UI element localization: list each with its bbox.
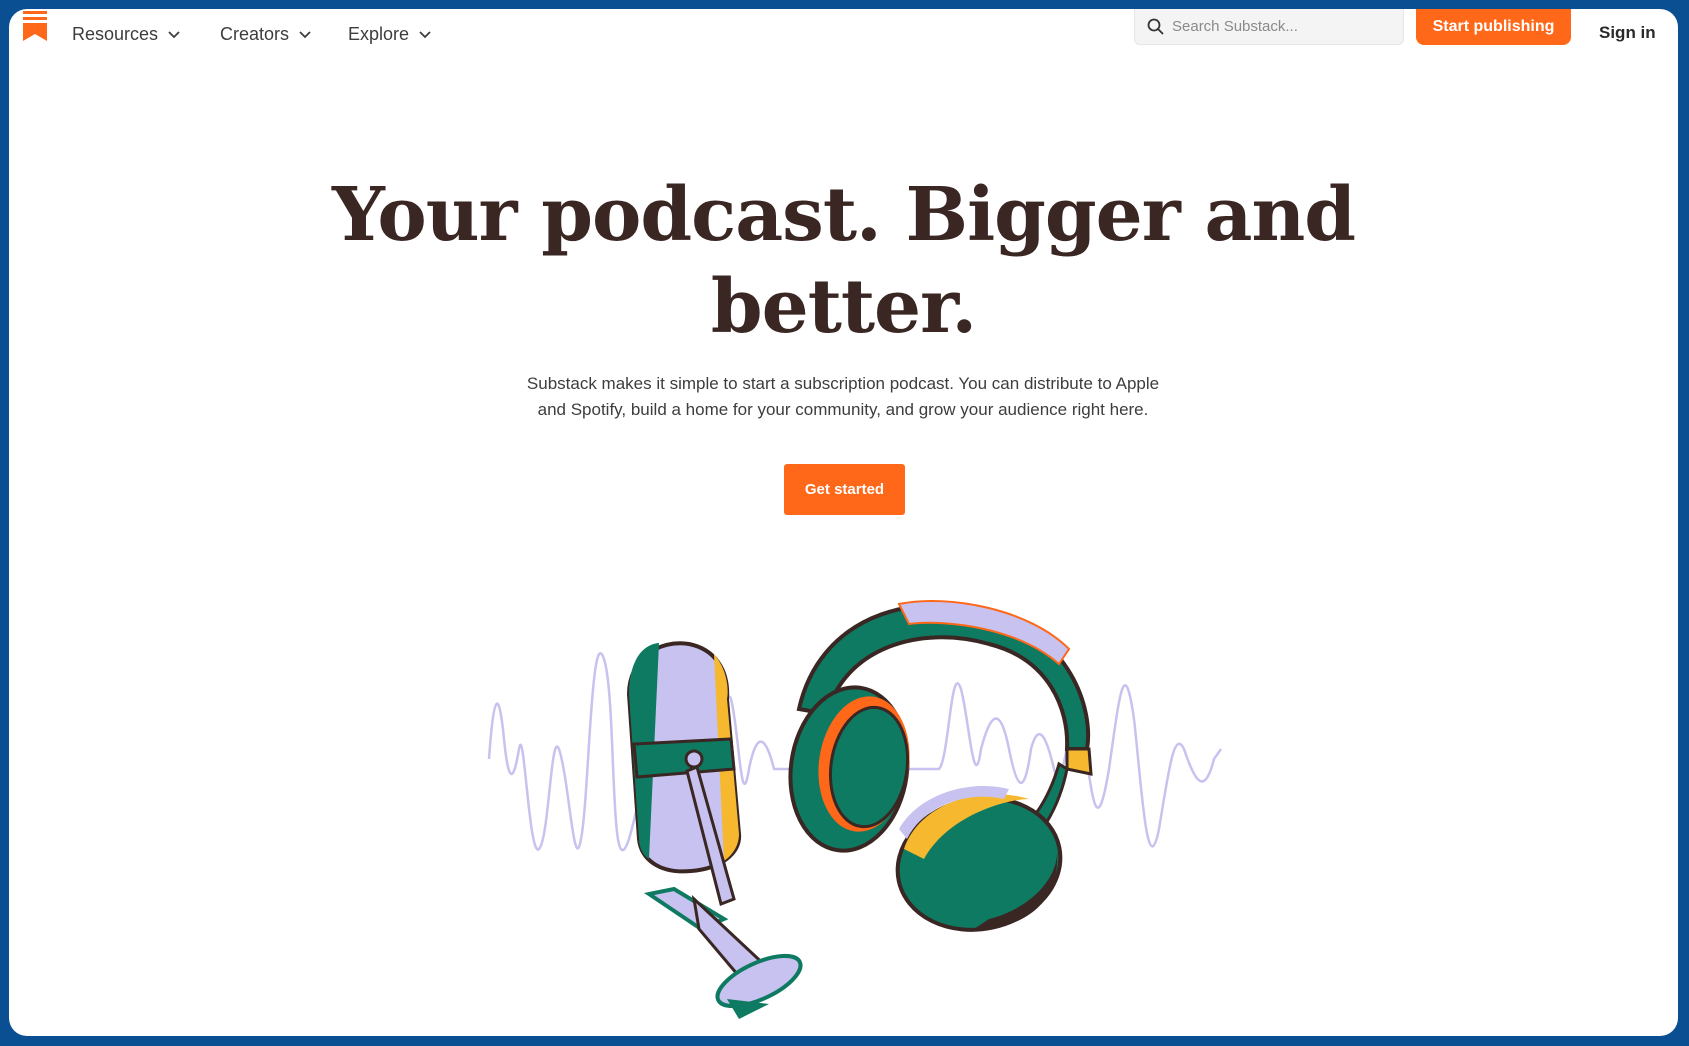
- podcast-microphone-headphones-illustration: [487, 600, 1223, 1019]
- hero-title-line-1: Your podcast. Bigger and: [332, 172, 1356, 258]
- nav-explore-label: Explore: [348, 23, 410, 44]
- nav-resources[interactable]: Resources: [72, 22, 181, 46]
- search-box[interactable]: [1134, 9, 1404, 45]
- browser-frame: Resources Creators Explore Start publish…: [9, 9, 1678, 1036]
- hero-subtitle-line-2: and Spotify, build a home for your commu…: [537, 400, 1149, 419]
- hero-subtitle: Substack makes it simple to start a subs…: [503, 371, 1183, 423]
- search-input[interactable]: [1172, 18, 1392, 35]
- microphone-icon: [626, 641, 803, 1019]
- hero-subtitle-line-1: Substack makes it simple to start a subs…: [526, 374, 1160, 393]
- chevron-down-icon: [168, 31, 180, 39]
- nav-resources-label: Resources: [72, 23, 159, 44]
- hero-title-line-2: better.: [710, 264, 977, 350]
- nav-explore[interactable]: Explore: [348, 22, 432, 46]
- headphones-icon: [788, 600, 1093, 932]
- get-started-button[interactable]: Get started: [784, 464, 905, 515]
- top-navigation: Resources Creators Explore Start publish…: [9, 9, 1678, 57]
- hero-title: Your podcast. Bigger and better.: [9, 169, 1678, 353]
- substack-logo-icon[interactable]: [22, 11, 48, 41]
- chevron-down-icon: [419, 31, 431, 39]
- nav-creators-label: Creators: [220, 23, 290, 44]
- chevron-down-icon: [299, 31, 311, 39]
- nav-creators[interactable]: Creators: [220, 22, 312, 46]
- start-publishing-button[interactable]: Start publishing: [1416, 9, 1571, 45]
- search-icon: [1147, 18, 1164, 35]
- sign-in-link[interactable]: Sign in: [1599, 23, 1656, 43]
